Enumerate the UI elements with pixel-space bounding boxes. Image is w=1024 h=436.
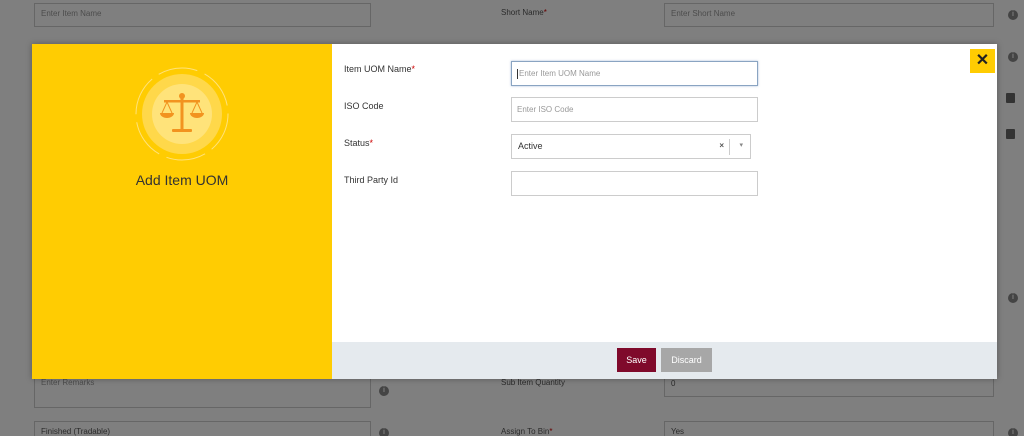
modal-title: Add Item UOM — [135, 172, 229, 188]
status-value: Active — [518, 141, 543, 151]
close-icon[interactable]: ✕ — [970, 49, 995, 73]
scale-balance-icon — [135, 67, 229, 161]
chevron-down-icon[interactable]: ▾ — [739, 141, 743, 149]
status-label: Status* — [344, 138, 374, 148]
clear-selection-icon[interactable]: × — [719, 141, 724, 150]
uom-name-placeholder: Enter Item UOM Name — [519, 69, 601, 79]
discard-button[interactable]: Discard — [661, 348, 712, 372]
add-item-uom-modal: Add Item UOM Item UOM Name* Enter Item U… — [32, 44, 997, 379]
iso-code-placeholder: Enter ISO Code — [517, 105, 574, 114]
iso-code-input[interactable]: Enter ISO Code — [511, 97, 758, 122]
text-caret — [517, 69, 518, 79]
modal-footer: Save Discard — [332, 342, 997, 379]
uom-name-input[interactable]: Enter Item UOM Name — [511, 61, 758, 86]
modal-form: Item UOM Name* Enter Item UOM Name ISO C… — [332, 44, 997, 379]
save-button[interactable]: Save — [617, 348, 656, 372]
uom-name-label: Item UOM Name* — [344, 64, 416, 74]
third-party-id-input[interactable] — [511, 171, 758, 196]
select-divider — [729, 139, 730, 155]
iso-code-label: ISO Code — [344, 101, 384, 111]
modal-side-panel: Add Item UOM — [32, 44, 332, 379]
status-select[interactable]: Active × ▾ — [511, 134, 751, 159]
third-party-id-label: Third Party Id — [344, 175, 399, 185]
